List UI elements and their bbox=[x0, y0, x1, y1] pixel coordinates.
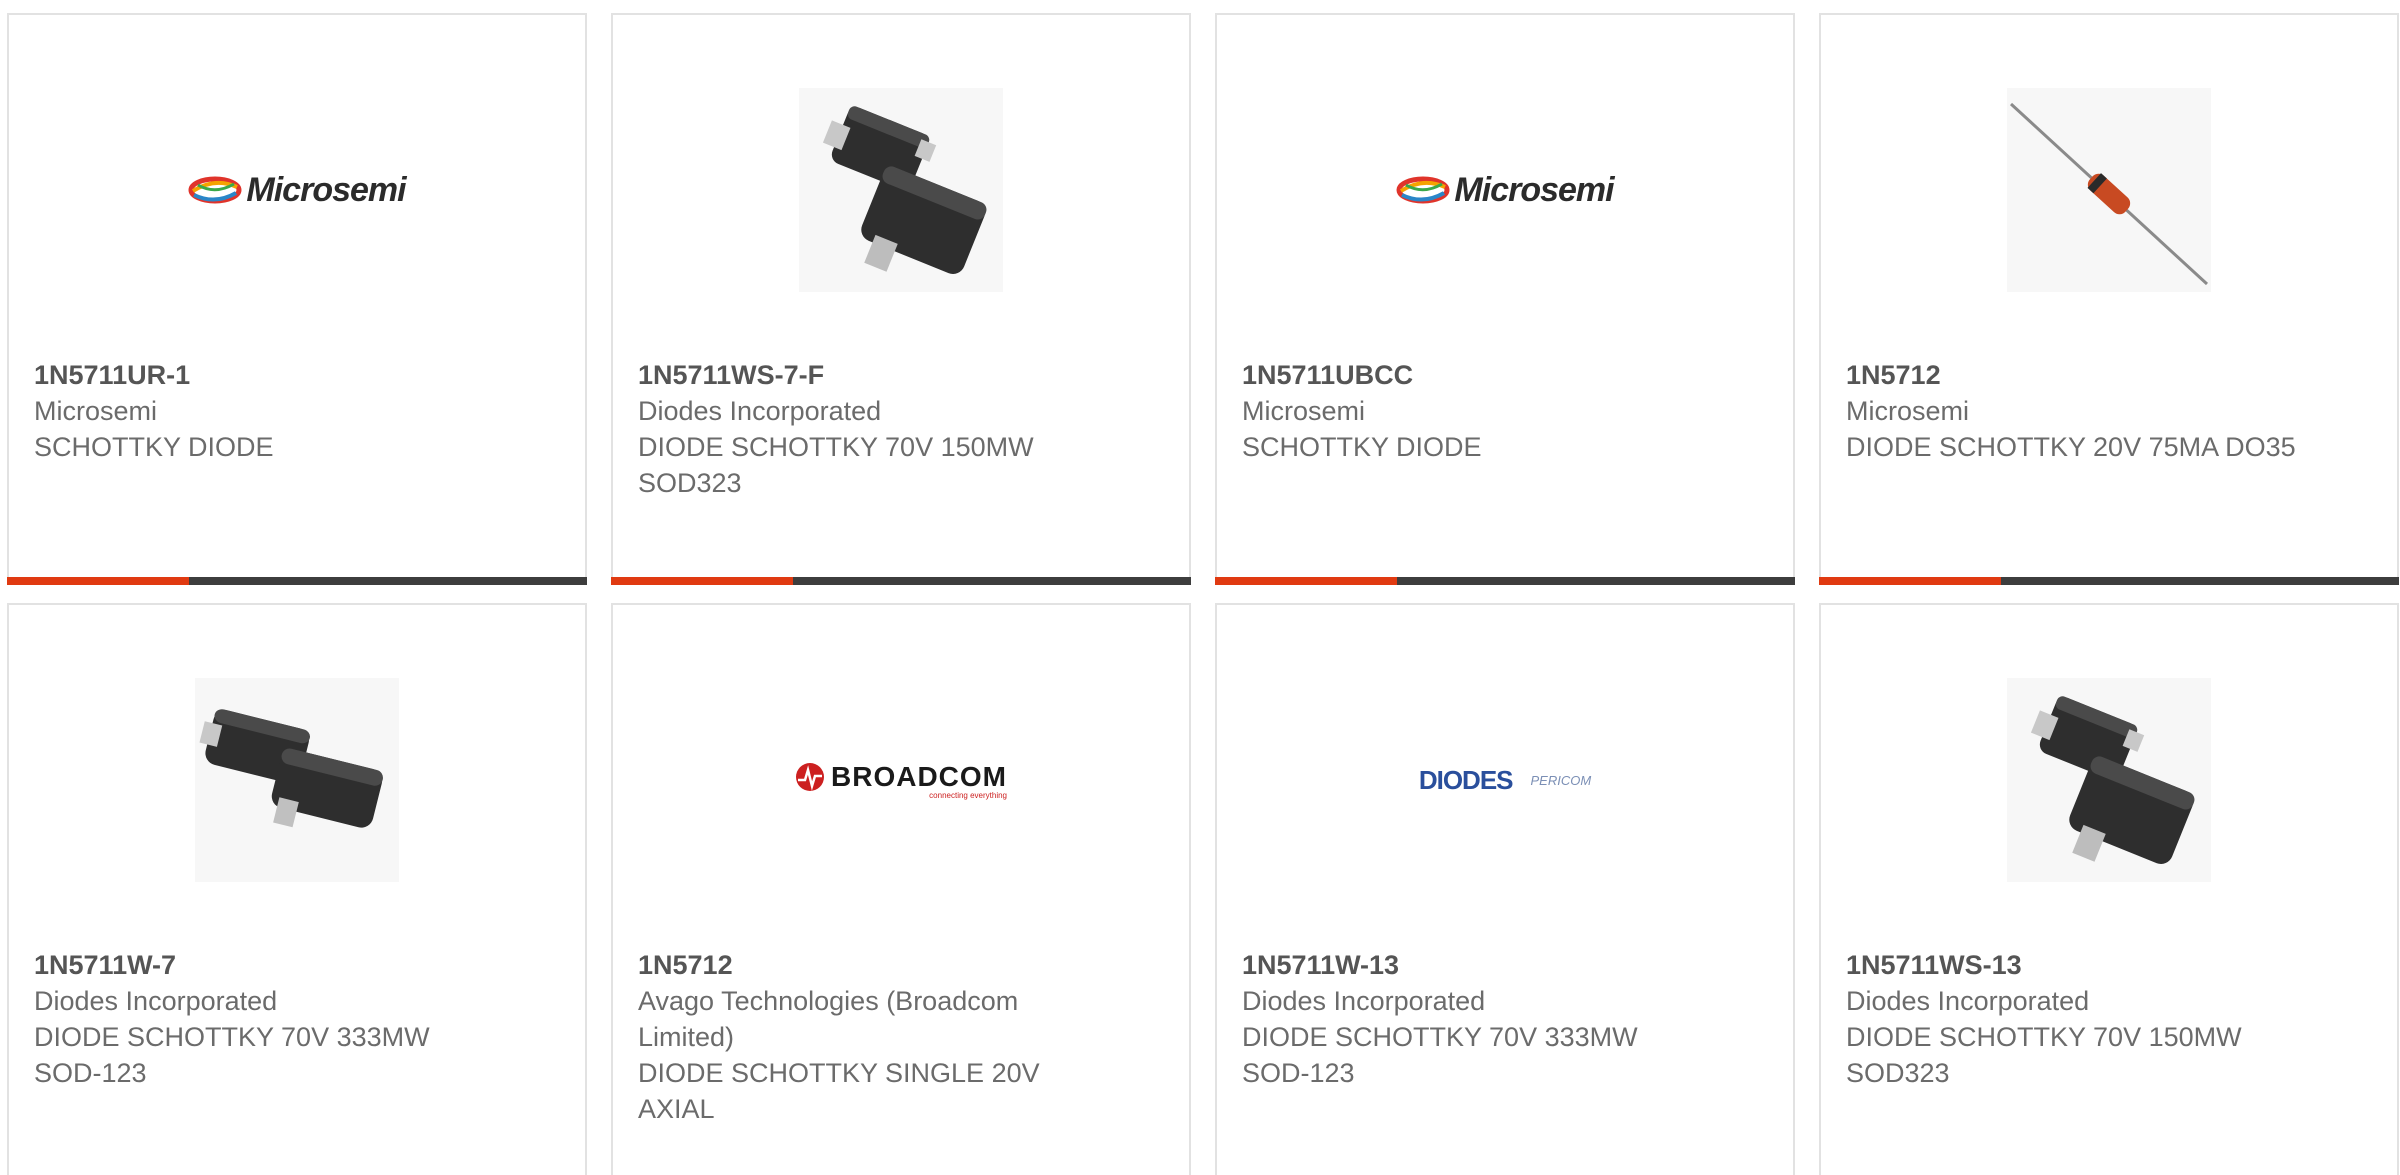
description: DIODE SCHOTTKY SINGLE 20V AXIAL bbox=[638, 1058, 1040, 1124]
product-image-area bbox=[613, 85, 1189, 295]
product-info: 1N5711UR-1 Microsemi SCHOTTKY DIODE bbox=[34, 357, 495, 465]
manufacturer: Avago Technologies (Broadcom Limited) bbox=[638, 986, 1019, 1052]
card-accent-bar bbox=[611, 577, 793, 585]
sod-package-photo bbox=[2007, 678, 2211, 882]
product-image-area: Microsemi bbox=[9, 85, 585, 295]
product-image-area bbox=[1821, 85, 2397, 295]
part-number[interactable]: 1N5712 bbox=[1846, 357, 2307, 393]
part-number[interactable]: 1N5712 bbox=[638, 947, 1099, 983]
sod-package-photo bbox=[799, 88, 1003, 292]
logo-tagline: connecting everything bbox=[929, 790, 1007, 800]
card-footer-bar bbox=[1819, 577, 2399, 585]
manufacturer: Diodes Incorporated bbox=[34, 986, 278, 1016]
product-info: 1N5711WS-13 Diodes Incorporated DIODE SC… bbox=[1846, 947, 2307, 1091]
broadcom-logo: BROADCOM connecting everything bbox=[796, 678, 1007, 882]
part-number[interactable]: 1N5711WS-13 bbox=[1846, 947, 2307, 983]
product-card[interactable]: BROADCOM connecting everything 1N5712 Av… bbox=[611, 603, 1191, 1175]
part-number[interactable]: 1N5711W-7 bbox=[34, 947, 495, 983]
manufacturer: Diodes Incorporated bbox=[1846, 986, 2090, 1016]
product-info: 1N5712 Avago Technologies (Broadcom Limi… bbox=[638, 947, 1099, 1127]
description: DIODE SCHOTTKY 70V 333MW SOD-123 bbox=[34, 1022, 430, 1088]
card-accent-bar bbox=[1819, 577, 2001, 585]
axial-diode-photo bbox=[2007, 88, 2211, 292]
description: SCHOTTKY DIODE bbox=[34, 432, 274, 462]
part-number[interactable]: 1N5711W-13 bbox=[1242, 947, 1703, 983]
product-image-area bbox=[1821, 675, 2397, 885]
diodes-pericom-logo: DIODES PERICOM bbox=[1403, 678, 1607, 882]
card-accent-bar bbox=[7, 577, 189, 585]
broadcom-pulse-icon bbox=[796, 762, 824, 791]
description: SCHOTTKY DIODE bbox=[1242, 432, 1482, 462]
product-info: 1N5712 Microsemi DIODE SCHOTTKY 20V 75MA… bbox=[1846, 357, 2307, 465]
manufacturer: Diodes Incorporated bbox=[638, 396, 882, 426]
product-info: 1N5711UBCC Microsemi SCHOTTKY DIODE bbox=[1242, 357, 1703, 465]
logo-text: DIODES bbox=[1418, 764, 1514, 795]
card-footer-bar bbox=[7, 577, 587, 585]
microsemi-swirl-icon bbox=[188, 176, 242, 204]
manufacturer: Microsemi bbox=[1846, 396, 1970, 426]
description: DIODE SCHOTTKY 20V 75MA DO35 bbox=[1846, 432, 2296, 462]
card-footer-bar bbox=[1215, 577, 1795, 585]
card-accent-bar bbox=[1215, 577, 1397, 585]
part-number[interactable]: 1N5711WS-7-F bbox=[638, 357, 1099, 393]
product-card[interactable]: Microsemi 1N5711UBCC Microsemi SCHOTTKY … bbox=[1215, 13, 1795, 585]
product-card[interactable]: 1N5711WS-13 Diodes Incorporated DIODE SC… bbox=[1819, 603, 2399, 1175]
product-grid: Microsemi 1N5711UR-1 Microsemi SCHOTTKY … bbox=[7, 13, 2399, 1175]
microsemi-logo: Microsemi bbox=[188, 88, 407, 292]
part-number[interactable]: 1N5711UBCC bbox=[1242, 357, 1703, 393]
description: DIODE SCHOTTKY 70V 333MW SOD-123 bbox=[1242, 1022, 1638, 1088]
product-image-area: DIODES PERICOM bbox=[1217, 675, 1793, 885]
product-image-area bbox=[9, 675, 585, 885]
card-footer-bar bbox=[611, 577, 1191, 585]
logo-text: Microsemi bbox=[246, 170, 406, 209]
manufacturer: Microsemi bbox=[1242, 396, 1366, 426]
product-info: 1N5711W-13 Diodes Incorporated DIODE SCH… bbox=[1242, 947, 1703, 1091]
description: DIODE SCHOTTKY 70V 150MW SOD323 bbox=[638, 432, 1034, 498]
part-number[interactable]: 1N5711UR-1 bbox=[34, 357, 495, 393]
microsemi-swirl-icon bbox=[1396, 176, 1450, 204]
product-card[interactable]: DIODES PERICOM 1N5711W-13 Diodes Incorpo… bbox=[1215, 603, 1795, 1175]
description: DIODE SCHOTTKY 70V 150MW SOD323 bbox=[1846, 1022, 2242, 1088]
product-info: 1N5711W-7 Diodes Incorporated DIODE SCHO… bbox=[34, 947, 495, 1091]
product-card[interactable]: Microsemi 1N5711UR-1 Microsemi SCHOTTKY … bbox=[7, 13, 587, 585]
product-card[interactable]: 1N5711W-7 Diodes Incorporated DIODE SCHO… bbox=[7, 603, 587, 1175]
microsemi-logo: Microsemi bbox=[1396, 88, 1615, 292]
manufacturer: Microsemi bbox=[34, 396, 158, 426]
manufacturer: Diodes Incorporated bbox=[1242, 986, 1486, 1016]
product-card[interactable]: 1N5712 Microsemi DIODE SCHOTTKY 20V 75MA… bbox=[1819, 13, 2399, 585]
product-image-area: Microsemi bbox=[1217, 85, 1793, 295]
logo-text-secondary: PERICOM bbox=[1530, 772, 1592, 788]
logo-text: Microsemi bbox=[1454, 170, 1614, 209]
product-card[interactable]: 1N5711WS-7-F Diodes Incorporated DIODE S… bbox=[611, 13, 1191, 585]
sod-package-photo bbox=[195, 678, 399, 882]
logo-text: BROADCOM bbox=[831, 760, 1007, 792]
product-image-area: BROADCOM connecting everything bbox=[613, 675, 1189, 885]
product-info: 1N5711WS-7-F Diodes Incorporated DIODE S… bbox=[638, 357, 1099, 501]
